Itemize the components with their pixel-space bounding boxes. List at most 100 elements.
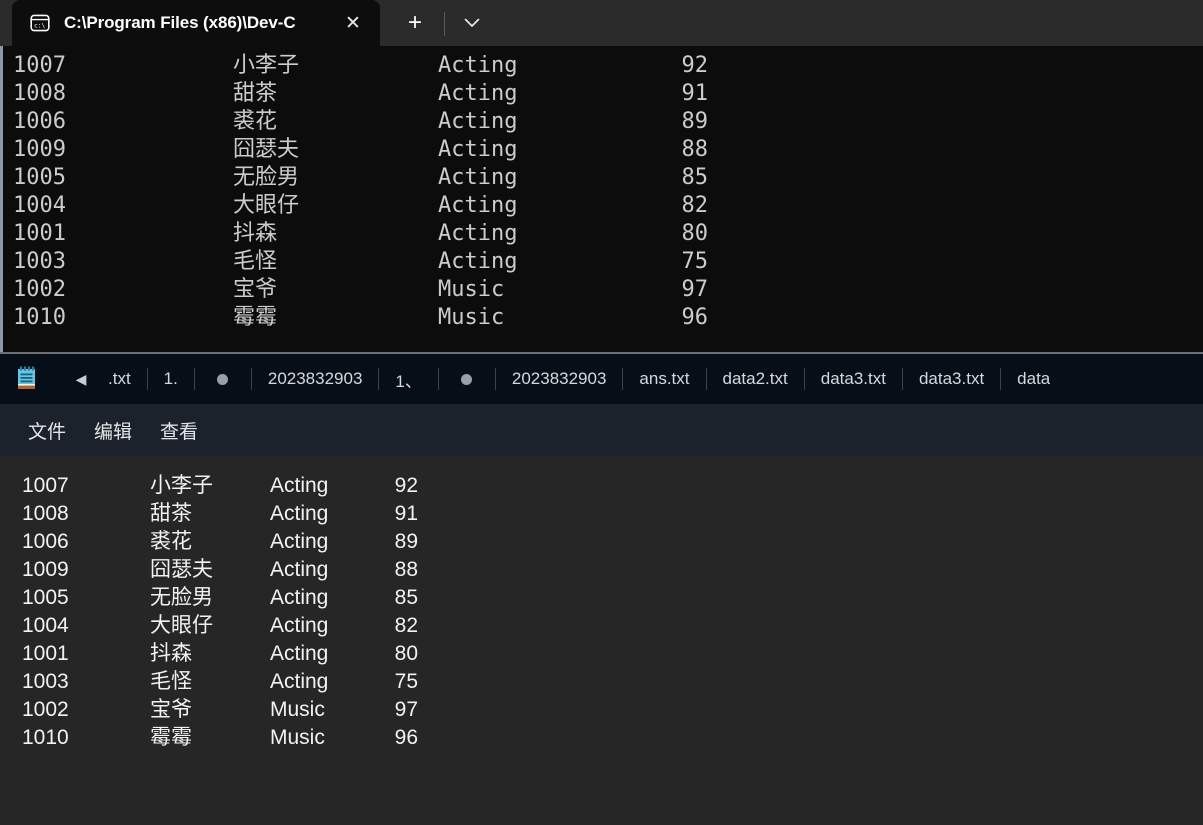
notepad-cell-dept: Acting <box>270 530 329 553</box>
terminal-cell-score: 85 <box>681 165 709 190</box>
terminal-cell-id: 1005 <box>13 165 66 190</box>
terminal-cell-score: 89 <box>681 109 709 134</box>
terminal-cell-score: 92 <box>681 53 709 78</box>
terminal-row: 1004 大眼仔 Acting 82 <box>3 192 1203 220</box>
terminal-cell-score: 75 <box>681 249 709 274</box>
terminal-cell-dept: Acting <box>438 137 518 162</box>
terminal-cell-id: 1001 <box>13 221 66 246</box>
tab-modified-dot-icon[interactable] <box>439 373 495 385</box>
notepad-menubar: 文件 编辑 查看 <box>0 404 1203 456</box>
terminal-cell-score: 96 <box>681 305 709 330</box>
terminal-cell-name: 小李子 <box>233 53 300 78</box>
notepad-cell-id: 1010 <box>22 726 69 749</box>
terminal-tab-title: C:\Program Files (x86)\Dev-C <box>64 13 296 32</box>
notepad-cell-id: 1009 <box>22 558 69 581</box>
notepad-cell-dept: Acting <box>270 558 329 581</box>
terminal-cell-dept: Acting <box>438 109 518 134</box>
close-icon[interactable]: ✕ <box>336 6 370 40</box>
notepad-cell-id: 1006 <box>22 530 69 553</box>
new-tab-button[interactable]: + <box>400 8 430 38</box>
notepad-tab[interactable]: data3.txt <box>903 354 1000 404</box>
notepad-cell-dept: Acting <box>270 502 329 525</box>
notepad-cell-name: 大眼仔 <box>150 614 213 637</box>
notepad-cell-dept: Acting <box>270 670 329 693</box>
terminal-row: 1003 毛怪 Acting 75 <box>3 248 1203 276</box>
notepad-cell-name: 甜茶 <box>150 502 192 525</box>
terminal-cell-name: 大眼仔 <box>233 193 300 218</box>
notepad-tab[interactable]: 2023832903 <box>496 354 623 404</box>
terminal-cell-score: 80 <box>681 221 709 246</box>
notepad-cell-score: 85 <box>394 586 418 609</box>
notepad-cell-id: 1008 <box>22 502 69 525</box>
notepad-tabbar: ◀ .txt 1. 2023832903 1、 2023832903 ans.txt dat… <box>0 354 1203 404</box>
terminal-cell-dept: Acting <box>438 165 518 190</box>
notepad-cell-id: 1005 <box>22 586 69 609</box>
terminal-cell-score: 82 <box>681 193 709 218</box>
terminal-cell-name: 裘花 <box>233 109 278 134</box>
terminal-cell-score: 88 <box>681 137 709 162</box>
terminal-cell-id: 1004 <box>13 193 66 218</box>
notepad-tab-label: 1. <box>163 369 178 388</box>
notepad-tab-label: 2023832903 <box>511 369 607 388</box>
terminal-titlebar: c:\ C:\Program Files (x86)\Dev-C ✕ + <box>0 0 1203 46</box>
terminal-row: 1008 甜茶 Acting 91 <box>3 80 1203 108</box>
terminal-cell-dept: Acting <box>438 81 518 106</box>
notepad-row: 1008 甜茶 Acting 91 <box>22 500 1203 528</box>
terminal-cell-id: 1009 <box>13 137 66 162</box>
toolbar-divider <box>444 12 445 36</box>
notepad-text-area[interactable]: 1007 小李子 Acting 92 1008 甜茶 Acting 91 1006 裘花 Actin… <box>0 456 1203 825</box>
notepad-tab[interactable]: 1. <box>148 354 194 404</box>
notepad-tab[interactable]: 1、 <box>379 354 437 404</box>
notepad-cell-dept: Music <box>270 726 325 749</box>
notepad-cell-name: 囧瑟夫 <box>150 558 213 581</box>
notepad-cell-score: 80 <box>394 642 418 665</box>
terminal-cell-name: 毛怪 <box>233 249 278 274</box>
notepad-window: ◀ .txt 1. 2023832903 1、 2023832903 ans.txt dat… <box>0 352 1203 825</box>
terminal-row: 1009 囧瑟夫 Acting 88 <box>3 136 1203 164</box>
terminal-cell-dept: Acting <box>438 221 518 246</box>
notepad-row: 1005 无脸男 Acting 85 <box>22 584 1203 612</box>
notepad-cell-score: 92 <box>394 474 418 497</box>
notepad-tab[interactable]: data2.txt <box>707 354 804 404</box>
terminal-row: 1006 裘花 Acting 89 <box>3 108 1203 136</box>
notepad-cell-name: 小李子 <box>150 474 213 497</box>
notepad-cell-name: 毛怪 <box>150 670 192 693</box>
terminal-cell-name: 抖森 <box>233 221 278 246</box>
terminal-tab-active[interactable]: c:\ C:\Program Files (x86)\Dev-C ✕ <box>12 0 380 46</box>
notepad-tab[interactable]: data <box>1001 354 1066 404</box>
tab-scroll-left-icon[interactable]: ◀ <box>70 371 92 388</box>
menu-item-0[interactable]: 文件 <box>14 404 80 456</box>
tab-modified-dot-icon[interactable] <box>195 373 251 385</box>
notepad-row: 1003 毛怪 Acting 75 <box>22 668 1203 696</box>
notepad-icon <box>14 365 40 393</box>
notepad-cell-id: 1004 <box>22 614 69 637</box>
notepad-tab[interactable]: ans.txt <box>623 354 705 404</box>
notepad-tab[interactable]: 2023832903 <box>252 354 379 404</box>
terminal-row: 1010 霉霉 Music 96 <box>3 304 1203 332</box>
notepad-tab-label: data3.txt <box>820 369 886 388</box>
notepad-row: 1004 大眼仔 Acting 82 <box>22 612 1203 640</box>
terminal-cell-dept: Acting <box>438 53 518 78</box>
notepad-cell-id: 1002 <box>22 698 69 721</box>
notepad-cell-name: 裘花 <box>150 530 192 553</box>
notepad-cell-id: 1007 <box>22 474 69 497</box>
terminal-cell-id: 1002 <box>13 277 66 302</box>
notepad-tab[interactable]: .txt <box>92 354 147 404</box>
notepad-cell-name: 无脸男 <box>150 586 213 609</box>
menu-item-2[interactable]: 查看 <box>146 404 212 456</box>
console-icon: c:\ <box>30 13 50 33</box>
notepad-tab-label: data2.txt <box>722 369 788 388</box>
notepad-cell-dept: Music <box>270 698 325 721</box>
notepad-cell-dept: Acting <box>270 474 329 497</box>
terminal-output[interactable]: 1007 小李子 Acting 92 1008 甜茶 Acting 91 1006 裘花 Actin… <box>0 46 1203 352</box>
notepad-row: 1010 霉霉 Music 96 <box>22 724 1203 752</box>
notepad-row: 1002 宝爷 Music 97 <box>22 696 1203 724</box>
menu-item-1[interactable]: 编辑 <box>80 404 146 456</box>
notepad-cell-score: 91 <box>394 502 418 525</box>
notepad-cell-dept: Acting <box>270 586 329 609</box>
notepad-cell-dept: Acting <box>270 642 329 665</box>
notepad-tab[interactable]: data3.txt <box>805 354 902 404</box>
notepad-cell-score: 89 <box>394 530 418 553</box>
chevron-down-icon[interactable] <box>459 10 485 36</box>
notepad-tab-label: .txt <box>108 369 131 388</box>
